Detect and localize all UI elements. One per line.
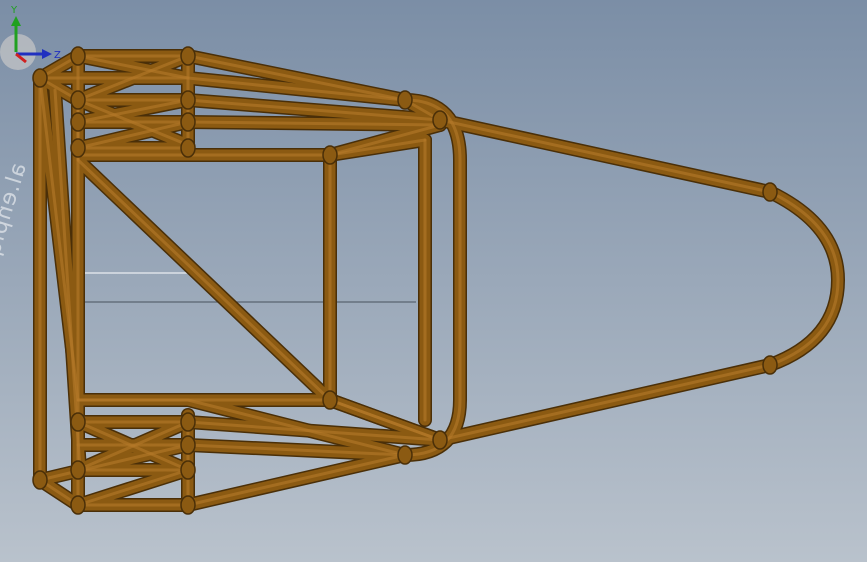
tube-joint	[180, 412, 196, 432]
tube-joint	[180, 460, 196, 480]
tube-joint	[397, 90, 413, 110]
tube-joint	[70, 112, 86, 132]
tube-joint	[432, 110, 448, 130]
tube-joint	[32, 68, 48, 88]
z-axis-arrowhead	[42, 49, 52, 59]
tube-joint	[70, 90, 86, 110]
tube-joint	[180, 90, 196, 110]
tube-joint	[322, 390, 338, 410]
model-canvas[interactable]	[0, 0, 867, 562]
cad-viewport[interactable]: al.enpiq Y Z	[0, 0, 867, 562]
z-axis-label: Z	[54, 50, 61, 61]
tube-joint	[180, 138, 196, 158]
tube-joint	[762, 355, 778, 375]
tube-joint	[432, 430, 448, 450]
tube-joint	[32, 470, 48, 490]
tube-joint	[762, 182, 778, 202]
tube-joint	[180, 112, 196, 132]
tube-joint	[70, 412, 86, 432]
y-axis-arrowhead	[11, 16, 21, 26]
tube-joint	[180, 435, 196, 455]
tube-joint	[397, 445, 413, 465]
y-axis-label: Y	[10, 5, 18, 16]
tube-joint	[70, 138, 86, 158]
tube-joint	[70, 495, 86, 515]
tube-joint	[70, 46, 86, 66]
tube-joint	[180, 46, 196, 66]
tube-joint	[180, 495, 196, 515]
axis-triad[interactable]: Y Z	[0, 0, 70, 70]
tube-joint	[322, 145, 338, 165]
triad-sphere	[0, 34, 36, 70]
tube-joint	[70, 460, 86, 480]
